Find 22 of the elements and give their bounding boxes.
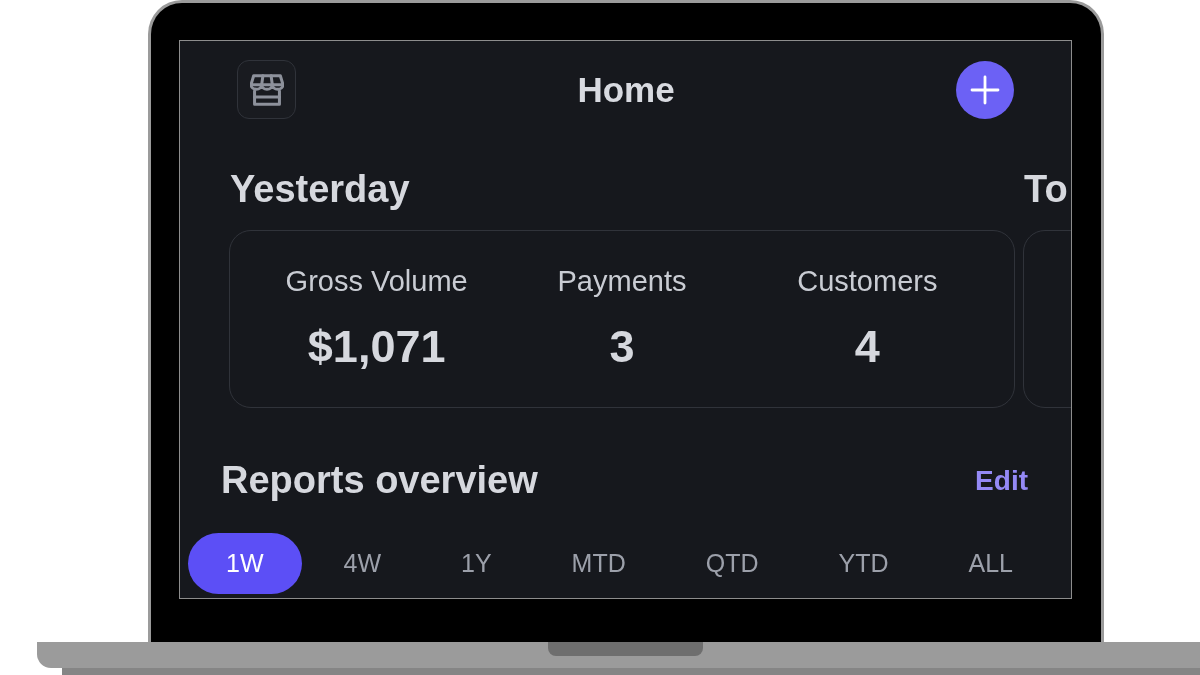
metric-value: $1,071 [307, 320, 446, 375]
section-heading: To [1024, 167, 1069, 212]
period-tab[interactable]: ALL [930, 533, 1051, 595]
edit-link[interactable]: Edit [975, 463, 1028, 498]
period-tab[interactable]: 4W [305, 533, 419, 595]
section-heading: Yesterday [230, 167, 411, 212]
add-button[interactable] [956, 60, 1014, 119]
period-tab[interactable]: QTD [667, 533, 797, 595]
metric-label: Payments [557, 263, 687, 299]
plus-icon [970, 74, 1000, 105]
store-button[interactable] [237, 60, 296, 119]
metric-value: 4 [854, 320, 880, 375]
metric-value: 3 [609, 320, 635, 375]
period-tab[interactable]: 1W [188, 533, 302, 595]
period-tab[interactable]: MTD [533, 533, 664, 595]
page-title: Home [577, 68, 675, 111]
metric-label: Customers [797, 263, 938, 299]
metric-label: Gross Volume [285, 263, 468, 299]
period-tab[interactable]: YTD [800, 533, 927, 595]
period-tab[interactable]: 1Y [423, 533, 530, 595]
store-icon [249, 73, 284, 106]
section-heading: Reports overview [221, 457, 538, 503]
